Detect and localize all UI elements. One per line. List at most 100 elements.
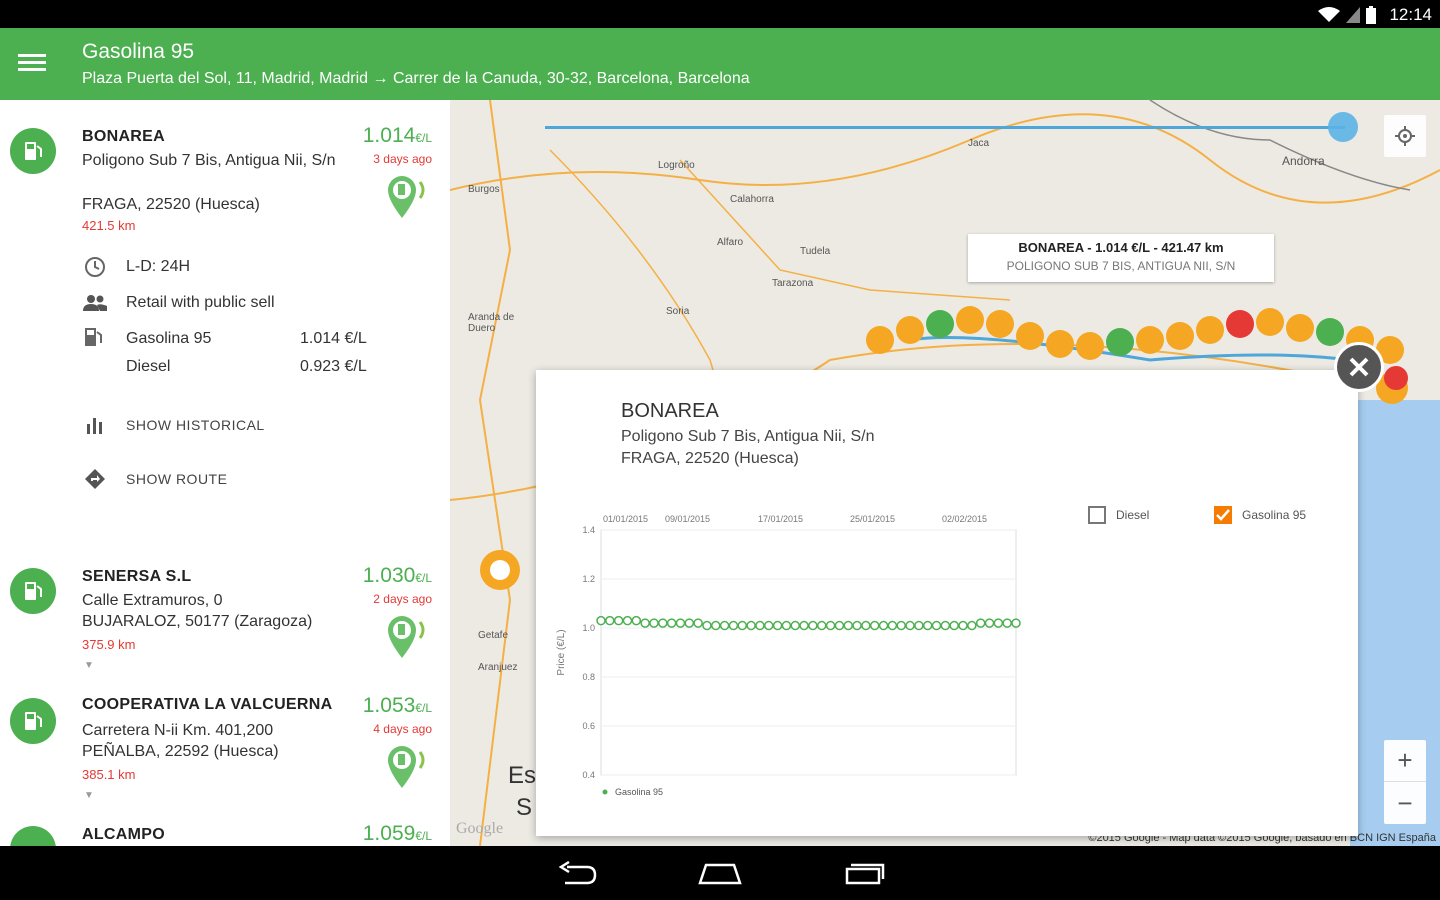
station-price: 1.014€/L [362, 124, 432, 147]
back-button[interactable] [554, 858, 600, 888]
y-tick-label: 1.4 [582, 525, 595, 535]
data-point [799, 620, 809, 631]
distance-slider-track[interactable] [545, 126, 1345, 129]
google-logo: Google [456, 820, 504, 837]
station-markers[interactable] [472, 540, 532, 600]
station-name: COOPERATIVA LA VALCUERNA [82, 696, 333, 713]
data-point [931, 620, 942, 631]
y-tick-label: 1.0 [582, 623, 595, 633]
show-route-button[interactable]: SHOW ROUTE [82, 466, 227, 492]
data-point [666, 618, 677, 628]
map-label: Es [508, 762, 537, 789]
zoom-out-button[interactable]: − [1384, 782, 1426, 824]
map-pin-icon[interactable] [386, 614, 432, 660]
y-tick-label: 0.8 [582, 672, 595, 682]
data-point [834, 620, 845, 631]
close-dialog-button[interactable] [1334, 342, 1384, 392]
x-tick-label: 02/02/2015 [942, 514, 987, 524]
station-distance: 421.5 km [82, 218, 136, 233]
chevron-down-icon[interactable]: ▼ [84, 790, 94, 801]
data-point [825, 620, 836, 631]
list-item[interactable]: SENERSA S.L Calle Extramuros, 0 BUJARALO… [0, 560, 450, 690]
data-point [869, 620, 880, 631]
station-address: Carretera N-ii Km. 401,200 [82, 722, 274, 739]
gasolina-checkbox[interactable]: Gasolina 95 [1214, 506, 1306, 524]
data-point [887, 620, 898, 631]
zoom-controls: + − [1384, 740, 1426, 824]
sale-type-row: Retail with public sell [82, 290, 275, 316]
station-city: FRAGA, 22520 (Huesca) [82, 196, 260, 213]
station-list: BONAREA Poligono Sub 7 Bis, Antigua Nii,… [0, 100, 450, 846]
battery-icon [1366, 6, 1376, 24]
gas-station-icon [10, 698, 56, 744]
zoom-in-button[interactable]: + [1384, 740, 1426, 782]
show-historical-button[interactable]: SHOW HISTORICAL [82, 412, 265, 438]
legend-label: Gasolina 95 [615, 787, 663, 797]
data-point [1011, 618, 1021, 628]
legend-dot [602, 789, 608, 795]
data-point [940, 620, 951, 631]
map-label: Alfaro [717, 237, 744, 248]
status-bar: 12:14 [0, 0, 1440, 28]
dialog-city: FRAGA, 22520 (Huesca) [621, 450, 799, 467]
station-name: SENERSA S.L [82, 568, 192, 585]
list-item[interactable]: ALCAMPO 1.059€/L [0, 820, 450, 846]
map-pin-icon[interactable] [386, 174, 432, 220]
station-city: PEÑALBA, 22592 (Huesca) [82, 743, 279, 760]
chevron-down-icon[interactable]: ▼ [84, 660, 94, 671]
map-info-window[interactable]: BONAREA - 1.014 €/L - 421.47 km POLIGONO… [968, 234, 1274, 282]
fuel-price: 0.923 €/L [300, 358, 367, 375]
menu-icon[interactable] [14, 50, 50, 78]
app-bar: Gasolina 95 Plaza Puerta del Sol, 11, Ma… [0, 28, 1440, 100]
home-icon [698, 863, 742, 885]
data-point [852, 620, 862, 631]
my-location-button[interactable] [1384, 115, 1426, 157]
data-point [719, 620, 730, 631]
data-point [1002, 618, 1012, 628]
show-route-label: SHOW ROUTE [126, 471, 228, 487]
station-address: Poligono Sub 7 Bis, Antigua Nii, S/n [82, 152, 336, 169]
map-label: Burgos [468, 184, 500, 195]
station-distance: 385.1 km [82, 767, 136, 782]
list-item[interactable]: COOPERATIVA LA VALCUERNA Carretera N-ii … [0, 690, 450, 820]
map-label: Aranjuez [478, 662, 518, 673]
distance-slider-handle[interactable] [1328, 112, 1358, 142]
station-updated: 2 days ago [373, 592, 432, 606]
y-tick-label: 0.4 [582, 770, 595, 780]
data-point [958, 620, 968, 631]
station-distance: 375.9 km [82, 637, 136, 652]
recents-button[interactable] [842, 858, 888, 888]
data-point [702, 620, 712, 631]
map-label: Calahorra [730, 194, 774, 205]
data-point [843, 620, 853, 631]
home-button[interactable] [697, 858, 743, 888]
x-tick-label: 17/01/2015 [758, 514, 803, 524]
fuel-pump-icon [82, 326, 104, 353]
map-label: Tudela [800, 246, 831, 257]
map-pin-icon[interactable] [386, 744, 432, 790]
data-point [711, 620, 721, 631]
diesel-checkbox[interactable]: Diesel [1088, 506, 1149, 524]
historical-dialog: BONAREA Poligono Sub 7 Bis, Antigua Nii,… [536, 370, 1358, 836]
status-time: 12:14 [1389, 5, 1432, 24]
data-point [693, 618, 703, 628]
gasolina-label: Gasolina 95 [1242, 508, 1307, 522]
x-tick-label: 01/01/2015 [603, 514, 648, 524]
data-point [772, 620, 783, 631]
diesel-label: Diesel [1116, 508, 1150, 522]
list-item[interactable]: BONAREA Poligono Sub 7 Bis, Antigua Nii,… [0, 100, 450, 560]
gas-station-icon [10, 568, 56, 614]
hours-row: L-D: 24H [82, 254, 190, 280]
map-label: Soria [666, 306, 690, 317]
data-point [781, 620, 792, 631]
map-label: Aranda de Duero [468, 312, 515, 334]
data-point [967, 620, 977, 631]
data-point [746, 620, 756, 631]
data-point [764, 620, 774, 631]
sale-type-text: Retail with public sell [126, 294, 275, 311]
data-point [984, 618, 995, 628]
data-point [737, 620, 748, 631]
close-icon [1349, 357, 1369, 377]
data-point [808, 620, 818, 631]
price-history-chart: 1.4 1.2 1.0 0.8 0.6 0.4 01/01/2015 09/01/2015 17… [556, 514, 1021, 797]
